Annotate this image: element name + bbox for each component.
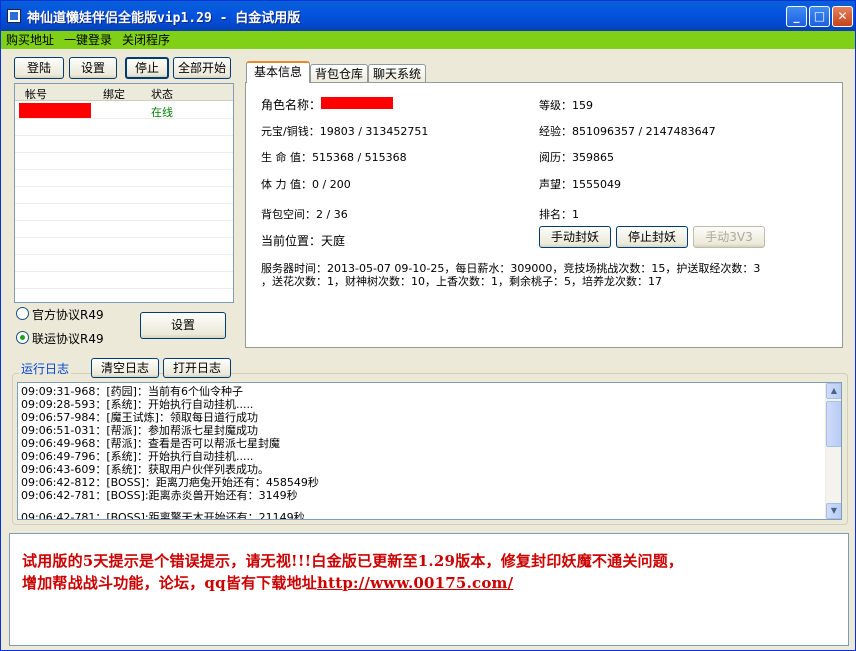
log-line: 09:06:49-968：[帮派]：查看是否可以帮派七星封魔 [21, 437, 280, 450]
stamina-value: 体 力 值：0 / 200 [261, 178, 351, 191]
stop-button[interactable]: 停止 [125, 57, 169, 79]
empty-row [15, 255, 233, 272]
fame-value: 声望：1555049 [539, 178, 621, 191]
tab-chat-system[interactable]: 聊天系统 [368, 64, 426, 84]
settings-button[interactable]: 设置 [69, 57, 117, 79]
manual-seal-button[interactable]: 手动封妖 [539, 226, 611, 248]
download-link[interactable]: http://www.00175.com/ [317, 574, 513, 592]
empty-row [15, 170, 233, 187]
account-list[interactable]: 帐号 绑定 状态 在线 [14, 83, 234, 303]
gold-copper-value: 元宝/铜钱：19803 / 313452751 [261, 125, 429, 138]
close-button[interactable]: ✕ [832, 6, 853, 27]
notice-line2: 增加帮战战斗功能，论坛，qq皆有下载地址http://www.00175.com… [22, 572, 513, 593]
column-bind[interactable]: 绑定 [103, 86, 125, 102]
menu-buy-address[interactable]: 购买地址 [1, 31, 59, 49]
experience-value: 经验：851096357 / 2147483647 [539, 125, 716, 138]
experience-points-value: 阅历：359865 [539, 151, 614, 164]
account-row[interactable]: 在线 [15, 102, 233, 119]
menu-one-click-login[interactable]: 一键登录 [59, 31, 117, 49]
main-window: 神仙道懒娃伴侣全能版vip1.29 - 白金试用版 _ □ ✕ 购买地址 一键登录… [0, 0, 856, 651]
empty-row [15, 153, 233, 170]
log-line: 09:06:43-609：[系统]：获取用户伙伴列表成功。 [21, 463, 269, 476]
account-status: 在线 [151, 106, 173, 119]
maximize-button[interactable]: □ [809, 6, 830, 27]
log-line: 09:06:49-796：[系统]：开始执行自动挂机..... [21, 450, 254, 463]
bag-space-value: 背包空间：2 / 36 [261, 208, 348, 221]
scroll-up-arrow-icon[interactable]: ▲ [826, 383, 841, 399]
notice-line2-text: 增加帮战战斗功能，论坛，qq皆有下载地址 [22, 574, 317, 592]
empty-row [15, 187, 233, 204]
empty-row [15, 204, 233, 221]
server-info-line2: ，送花次数：1，财神树次数：10，上香次数：1，剩余桃子：5，培养龙次数：17 [261, 275, 662, 288]
rank-value: 排名：1 [539, 208, 579, 221]
hp-value: 生 命 值：515368 / 515368 [261, 151, 407, 164]
empty-row [15, 119, 233, 136]
scroll-down-arrow-icon[interactable]: ▼ [826, 503, 841, 519]
official-protocol-label[interactable]: 官方协议R49 [32, 306, 104, 323]
log-line: 09:06:42-812：[BOSS]：距离刀疤兔开始还有：458549秒 [21, 476, 319, 489]
basic-info-panel: 角色名称： 等级：159 元宝/铜钱：19803 / 313452751 经验：… [245, 82, 843, 348]
log-group-label: 运行日志 [19, 360, 72, 377]
empty-row [15, 238, 233, 255]
notice-line1: 试用版的5天提示是个错误提示，请无视!!!白金版已更新至1.29版本，修复封印妖… [22, 552, 684, 570]
window-title: 神仙道懒娃伴侣全能版vip1.29 - 白金试用版 [27, 11, 301, 26]
tab-basic-info[interactable]: 基本信息 [246, 61, 310, 83]
manual-3v3-button[interactable]: 手动3V3 [693, 226, 765, 248]
level-value: 等级：159 [539, 99, 593, 112]
open-log-button[interactable]: 打开日志 [163, 358, 231, 378]
official-protocol-radio[interactable] [16, 307, 29, 320]
column-account[interactable]: 帐号 [25, 86, 47, 102]
log-line: 09:09:31-968：[药园]：当前有6个仙令种子 [21, 385, 243, 398]
menu-close-program[interactable]: 关闭程序 [117, 31, 175, 49]
log-vertical-scrollbar[interactable]: ▲ ▼ [825, 383, 841, 519]
account-list-header: 帐号 绑定 状态 [15, 84, 233, 101]
character-name-label: 角色名称： [261, 98, 322, 112]
log-textbox[interactable]: 09:09:31-968：[药园]：当前有6个仙令种子 09:09:28-593… [17, 382, 842, 520]
joint-protocol-radio[interactable] [16, 331, 29, 344]
log-line: 09:06:42-781：[BOSS]:距离擎天木开始还有：21149秒 [21, 511, 305, 520]
title-bar: 神仙道懒娃伴侣全能版vip1.29 - 白金试用版 _ □ ✕ [1, 1, 855, 31]
protocol-settings-button[interactable]: 设置 [140, 312, 226, 339]
redacted-account-name [19, 103, 91, 118]
stop-seal-button[interactable]: 停止封妖 [616, 226, 688, 248]
log-line: 09:09:28-593：[系统]：开始执行自动挂机..... [21, 398, 254, 411]
app-icon [7, 9, 21, 23]
log-line: 09:06:57-984：[魔王试炼]：领取每日道行成功 [21, 411, 258, 424]
scroll-thumb[interactable] [826, 401, 841, 447]
minimize-button[interactable]: _ [786, 6, 807, 27]
column-status[interactable]: 状态 [151, 86, 173, 102]
notice-textbox[interactable]: 试用版的5天提示是个错误提示，请无视!!!白金版已更新至1.29版本，修复封印妖… [9, 533, 849, 646]
start-all-button[interactable]: 全部开始 [173, 57, 231, 79]
joint-protocol-label[interactable]: 联运协议R49 [32, 330, 104, 347]
empty-row [15, 221, 233, 238]
log-line: 09:06:51-031：[帮派]：参加帮派七星封魔成功 [21, 424, 258, 437]
login-button[interactable]: 登陆 [14, 57, 64, 79]
empty-row [15, 136, 233, 153]
clear-log-button[interactable]: 清空日志 [91, 358, 159, 378]
location-value: 当前位置：天庭 [261, 234, 346, 248]
log-line: 09:06:42-781：[BOSS]:距离赤炎兽开始还有：3149秒 [21, 489, 298, 502]
menu-bar: 购买地址 一键登录 关闭程序 [1, 31, 855, 49]
empty-row [15, 272, 233, 289]
redacted-character-name [321, 97, 393, 109]
tab-bag-storage[interactable]: 背包仓库 [310, 64, 368, 84]
